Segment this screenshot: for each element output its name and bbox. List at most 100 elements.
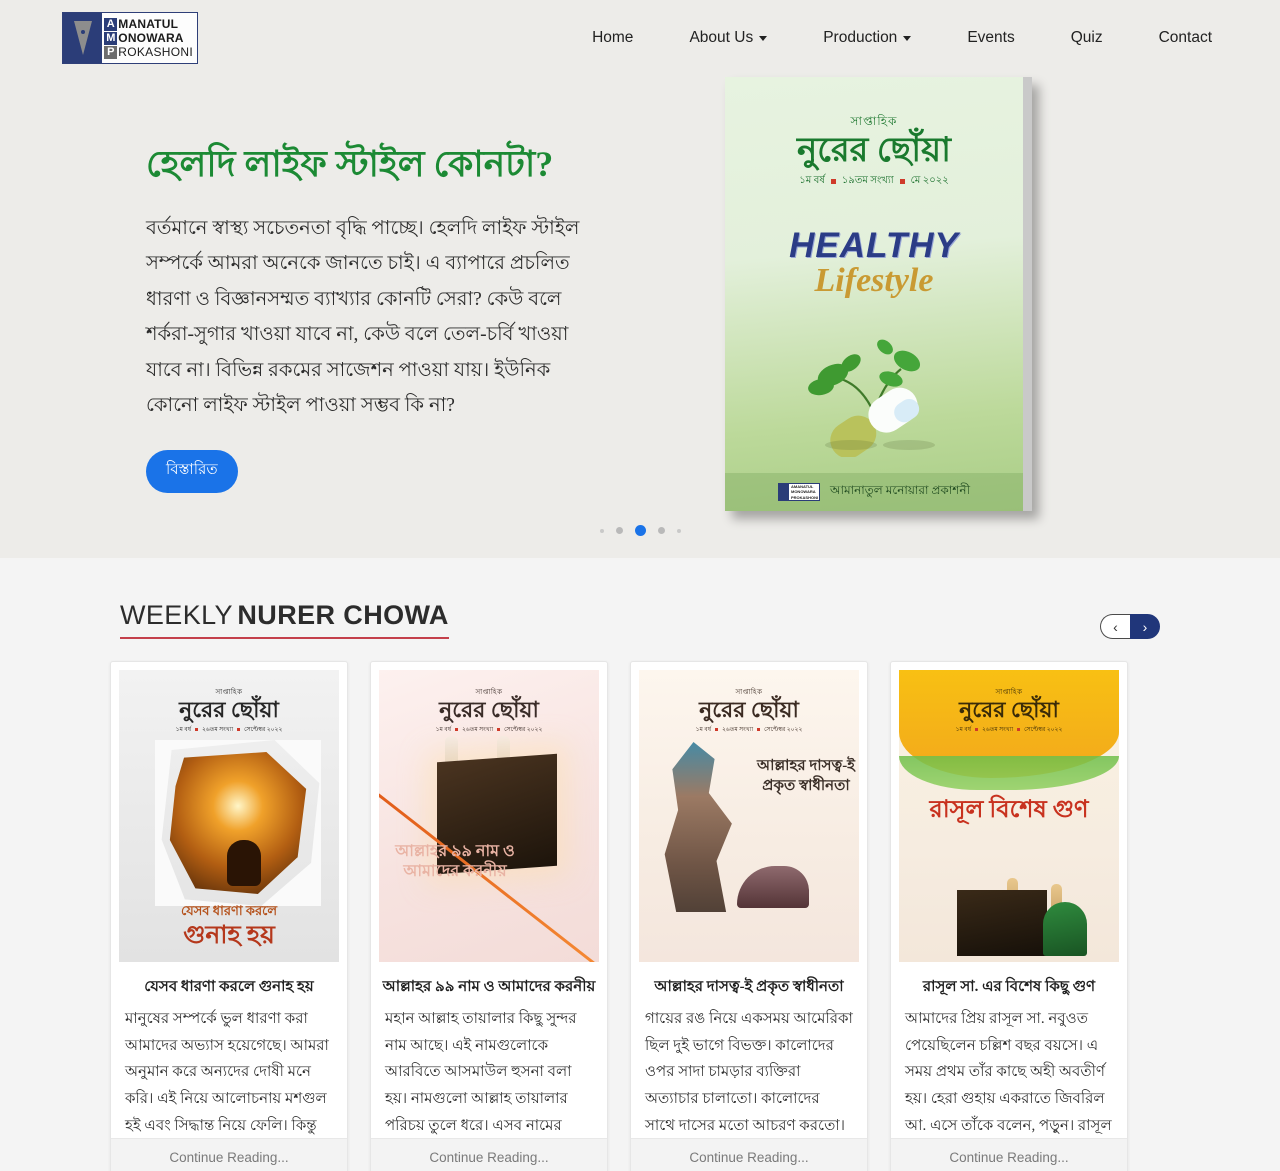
separator-square-icon — [757, 728, 761, 732]
cover-issue-date: মে ২০২২ — [910, 175, 949, 187]
carousel-dot-1[interactable] — [599, 528, 604, 533]
continue-reading-link[interactable]: Continue Reading... — [631, 1138, 867, 1171]
section-title-weekly: WEEKLY — [120, 600, 233, 630]
cover-publisher-name: আমানাতুল মনোয়ারা প্রকাশনী — [829, 483, 970, 497]
cover-publisher-logo-icon: AMANATUL MONOWARA PROKASHONI — [777, 483, 820, 501]
card-issue-number: ২৬তম সংখ্যা — [202, 727, 234, 734]
hero-details-button[interactable]: বিস্তারিত — [146, 449, 238, 493]
site-logo[interactable]: A MANATUL M ONOWARA P ROKASHONI — [62, 12, 198, 64]
card-cover-masthead: সাপ্তাহিক নুরের ছোঁয়া ১ম বর্ষ ২৬তম সংখ্… — [639, 670, 859, 735]
nav-item-events[interactable]: Events — [939, 21, 1042, 55]
hero-text-block: হেলদি লাইফ স্টাইল কোনটা? বর্তমানে স্বাস্… — [0, 76, 640, 558]
card-cover-issue: ১ম বর্ষ ২৬তম সংখ্যা সেপ্টেম্বর ২০২২ — [119, 724, 339, 735]
carousel-dot-2[interactable] — [615, 527, 623, 534]
main-navigation: Home About Us Production Events Quiz Con… — [564, 21, 1240, 55]
nav-label-home: Home — [592, 29, 634, 46]
hero-carousel: হেলদি লাইফ স্টাইল কোনটা? বর্তমানে স্বাস্… — [0, 76, 1280, 558]
card-cover-title-big: রাসূল বিশেষ গুণ — [929, 797, 1089, 823]
card-excerpt: গায়ের রঙ নিয়ে একসময় আমেরিকা ছিল দুই ভ… — [645, 1011, 853, 1134]
site-header: A MANATUL M ONOWARA P ROKASHONI Home Abo… — [0, 0, 1280, 76]
article-card[interactable]: সাপ্তাহিক নুরের ছোঁয়া ১ম বর্ষ ২৬তম সংখ্… — [630, 661, 868, 1171]
logo-letter-a: A — [104, 17, 118, 31]
article-card[interactable]: সাপ্তাহিক নুরের ছোঁয়া ১ম বর্ষ ২৬তম সংখ্… — [110, 661, 348, 1171]
continue-reading-link[interactable]: Continue Reading... — [111, 1138, 347, 1171]
card-title: রাসূল সা. এর বিশেষ কিছু গুণ — [922, 979, 1096, 995]
card-excerpt: মহান আল্লাহ তায়ালার কিছু সুন্দর নাম আছে… — [385, 1011, 577, 1134]
green-wave-band — [899, 756, 1119, 790]
nav-label-contact: Contact — [1158, 29, 1212, 46]
card-cover-name: নুরের ছোঁয়া — [179, 697, 279, 722]
nav-item-home[interactable]: Home — [564, 21, 661, 55]
card-excerpt: মানুষের সম্পর্কে ভুল ধারণা করা আমাদের অভ… — [125, 1011, 329, 1134]
card-cover-title-big: আল্লাহর দাসত্ব-ই প্রকৃত স্বাধীনতা — [756, 758, 855, 795]
hero-magazine-cover[interactable]: সাপ্তাহিক নুরের ছোঁয়া ১ম বর্ষ ১৯তম সংখ্… — [725, 77, 1032, 511]
nav-item-production[interactable]: Production — [795, 21, 939, 55]
card-issue-date: সেপ্টেম্বর ২০২২ — [1024, 727, 1063, 734]
cover-masthead: সাপ্তাহিক নুরের ছোঁয়া ১ম বর্ষ ১৯তম সংখ্… — [725, 77, 1023, 190]
card-cover-masthead: সাপ্তাহিক নুরের ছোঁয়া ১ম বর্ষ ২৬তম সংখ্… — [899, 670, 1119, 735]
separator-square-icon — [195, 728, 199, 732]
card-cover-name: নুরের ছোঁয়া — [439, 697, 539, 722]
card-cover-image: সাপ্তাহিক নুরের ছোঁয়া ১ম বর্ষ ২৬তম সংখ্… — [379, 670, 599, 962]
carousel-dot-3-active[interactable] — [634, 525, 646, 536]
card-cover-name: নুরের ছোঁয়া — [699, 697, 799, 722]
article-card[interactable]: সাপ্তাহিক নুরের ছোঁয়া ১ম বর্ষ ২৬তম সংখ্… — [370, 661, 608, 1171]
card-title: আল্লাহর ৯৯ নাম ও আমাদের করনীয় — [382, 979, 596, 995]
card-cover-title-big: আল্লাহর ৯৯ নাম ও আমাদের করনীয় — [395, 843, 515, 880]
section-header: WEEKLY NURER CHOWA ‹ › — [116, 600, 1164, 639]
card-issue-date: সেপ্টেম্বর ২০২২ — [764, 727, 803, 734]
separator-square-icon — [830, 179, 836, 185]
card-cover-title: যেসব ধারণা করলে গুনাহ হয় — [119, 902, 339, 948]
logo-word-amanatul: MANATUL — [118, 17, 179, 31]
carousel-dots — [0, 525, 1280, 536]
logo-wordmark: A MANATUL M ONOWARA P ROKASHONI — [102, 13, 197, 63]
card-cover-image: সাপ্তাহিক নুরের ছোঁয়া ১ম বর্ষ ২৬তম সংখ্… — [899, 670, 1119, 962]
card-issue-year: ১ম বর্ষ — [175, 727, 192, 734]
card-cover-issue: ১ম বর্ষ ২৬তম সংখ্যা সেপ্টেম্বর ২০২২ — [639, 724, 859, 735]
article-card[interactable]: সাপ্তাহিক নুরের ছোঁয়া ১ম বর্ষ ২৬তম সংখ্… — [890, 661, 1128, 1171]
article-card-list: সাপ্তাহিক নুরের ছোঁয়া ১ম বর্ষ ২৬তম সংখ্… — [110, 639, 1170, 1171]
prostrating-person-illustration — [737, 866, 809, 908]
carousel-dot-5[interactable] — [676, 528, 681, 533]
card-cover-issue: ১ম বর্ষ ২৬তম সংখ্যা সেপ্টেম্বর ২০২২ — [379, 724, 599, 735]
continue-reading-link[interactable]: Continue Reading... — [371, 1138, 607, 1171]
card-cover-issue: ১ম বর্ষ ২৬তম সংখ্যা সেপ্টেম্বর ২০২২ — [899, 724, 1119, 735]
card-issue-year: ১ম বর্ষ — [955, 727, 972, 734]
separator-square-icon — [497, 728, 501, 732]
sunset-silhouette-illustration — [169, 752, 307, 894]
card-excerpt: আমাদের প্রিয় রাসূল সা. নবুওত পেয়েছিলেন… — [905, 1011, 1112, 1134]
prev-arrow-button[interactable]: ‹ — [1100, 614, 1130, 639]
carousel-dot-4[interactable] — [657, 527, 665, 534]
cover-weekly-label: সাপ্তাহিক — [850, 114, 898, 128]
separator-square-icon — [1017, 728, 1021, 732]
separator-square-icon — [455, 728, 459, 732]
green-dome-illustration — [1043, 902, 1087, 956]
card-cover-image: সাপ্তাহিক নুরের ছোঁয়া ১ম বর্ষ ২৬তম সংখ্… — [639, 670, 859, 962]
nav-label-events: Events — [967, 29, 1015, 46]
cover-headline-healthy: HEALTHY — [789, 226, 959, 266]
next-arrow-button[interactable]: › — [1130, 614, 1160, 639]
nav-item-contact[interactable]: Contact — [1131, 21, 1240, 55]
mosque-watercolor-illustration — [664, 742, 732, 912]
nav-label-quiz: Quiz — [1070, 29, 1103, 46]
card-cover-masthead: সাপ্তাহিক নুরের ছোঁয়া ১ম বর্ষ ২৬তম সংখ্… — [119, 670, 339, 735]
chevron-down-icon — [759, 35, 768, 41]
nav-item-about-us[interactable]: About Us — [661, 21, 795, 55]
continue-reading-link[interactable]: Continue Reading... — [891, 1138, 1127, 1171]
hero-title: হেলদি লাইফ স্টাইল কোনটা? — [146, 144, 554, 184]
cover-publisher-bar: AMANATUL MONOWARA PROKASHONI আমানাতুল মনোয… — [725, 473, 1023, 511]
card-issue-date: সেপ্টেম্বর ২০২২ — [244, 727, 283, 734]
hero-description: বর্তমানে স্বাস্থ্য সচেতনতা বৃদ্ধি পাচ্ছে… — [146, 217, 580, 417]
card-title: যেসব ধারণা করলে গুনাহ হয় — [144, 979, 314, 995]
card-cover-title-big: গুনাহ হয় — [183, 922, 275, 949]
nav-item-quiz[interactable]: Quiz — [1043, 21, 1131, 55]
card-cover-name: নুরের ছোঁয়া — [959, 697, 1059, 722]
chevron-down-icon — [903, 35, 912, 41]
card-title: আল্লাহর দাসত্ব-ই প্রকৃত স্বাধীনতা — [654, 979, 844, 995]
card-issue-number: ২৬তম সংখ্যা — [462, 727, 494, 734]
card-cover-image: সাপ্তাহিক নুরের ছোঁয়া ১ম বর্ষ ২৬তম সংখ্… — [119, 670, 339, 962]
card-cover-title-small: যেসব ধারণা করলে — [180, 903, 278, 918]
logo-letter-m: M — [104, 31, 118, 45]
logo-letter-p: P — [104, 45, 118, 59]
cover-issue-number: ১৯তম সংখ্যা — [841, 175, 894, 187]
